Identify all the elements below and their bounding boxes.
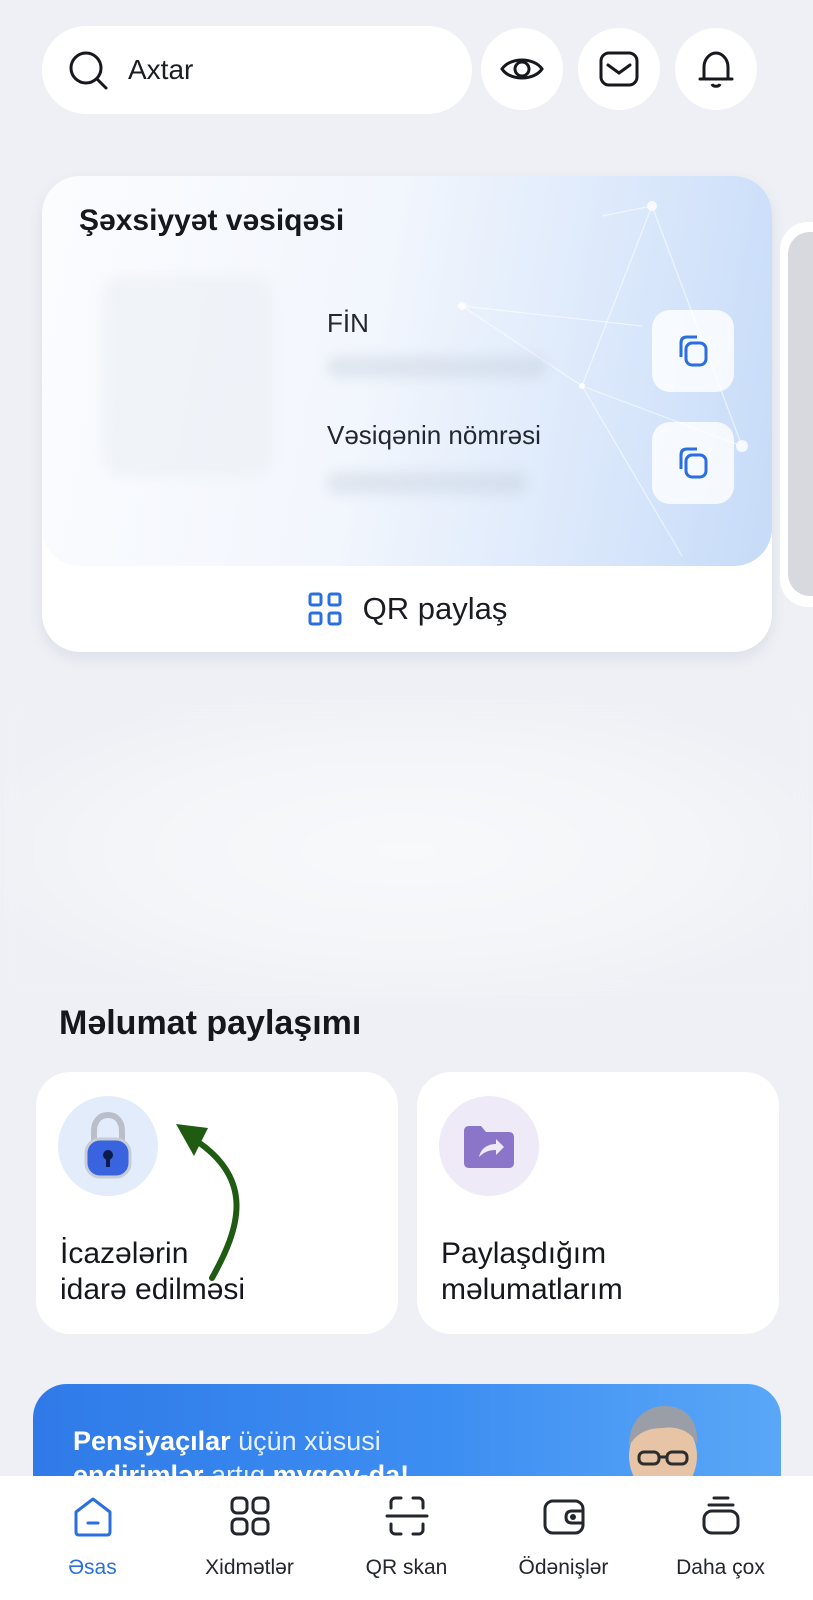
tab-home-label: Əsas — [68, 1556, 117, 1579]
copy-fin-button[interactable] — [652, 310, 734, 392]
next-card-peek[interactable] — [780, 222, 813, 607]
shared-folder-icon — [439, 1096, 539, 1196]
shared-data-tile[interactable]: Paylaşdığım məlumatlarım — [417, 1072, 779, 1334]
copy-document-number-button[interactable] — [652, 422, 734, 504]
id-card-title: Şəxsiyyət vəsiqəsi — [79, 204, 345, 237]
search-placeholder: Axtar — [128, 54, 194, 85]
lock-icon — [58, 1096, 158, 1196]
visibility-toggle-button[interactable] — [481, 28, 563, 110]
mail-icon — [599, 51, 639, 87]
grid-icon — [230, 1496, 269, 1536]
search-icon — [69, 51, 108, 90]
tab-payments-label: Ödənişlər — [518, 1556, 609, 1579]
fin-value-hidden — [327, 356, 547, 378]
tab-qr-scan[interactable]: QR skan — [328, 1476, 485, 1600]
qr-share-button[interactable]: QR paylaş — [42, 566, 772, 652]
home-icon — [74, 1497, 111, 1537]
qr-share-label: QR paylaş — [362, 591, 508, 626]
document-number-label: Vəsiqənin nömrəsi — [327, 420, 541, 450]
notifications-button[interactable] — [675, 28, 757, 110]
search-bar[interactable]: Axtar — [42, 26, 472, 114]
bottom-tab-bar: Əsas Xidmətlər QR skan Ödənişlər Daha ço… — [0, 1476, 813, 1600]
eye-icon — [500, 58, 544, 80]
annotation-arrow — [176, 1124, 240, 1281]
stack-icon — [702, 1496, 739, 1535]
tab-more[interactable]: Daha çox — [642, 1476, 799, 1600]
tab-services[interactable]: Xidmətlər — [171, 1476, 328, 1600]
copy-icon — [679, 335, 708, 367]
bell-icon — [698, 51, 734, 88]
shared-data-label: Paylaşdığım məlumatlarım — [441, 1237, 623, 1306]
tab-qr-scan-label: QR skan — [365, 1556, 448, 1579]
fin-label: FİN — [327, 308, 369, 338]
promo-line-1: Pensiyaçılar üçün xüsusi — [73, 1426, 381, 1456]
qr-scan-icon — [385, 1496, 428, 1536]
tab-more-label: Daha çox — [676, 1556, 765, 1579]
id-card[interactable]: Şəxsiyyət vəsiqəsi FİN Vəsiqənin nömrəsi… — [42, 176, 772, 652]
id-card-face: Şəxsiyyət vəsiqəsi FİN Vəsiqənin nömrəsi — [42, 176, 772, 566]
blurred-content-area — [0, 700, 813, 1000]
tab-services-label: Xidmətlər — [205, 1556, 294, 1579]
photo-placeholder — [102, 276, 272, 476]
tab-home[interactable]: Əsas — [14, 1476, 171, 1600]
qr-code-icon — [308, 592, 342, 626]
tab-payments[interactable]: Ödənişlər — [485, 1476, 642, 1600]
data-sharing-title: Məlumat paylaşımı — [59, 1004, 362, 1042]
document-number-hidden — [327, 472, 527, 494]
copy-icon — [679, 447, 708, 479]
wallet-icon — [543, 1499, 584, 1535]
messages-button[interactable] — [578, 28, 660, 110]
